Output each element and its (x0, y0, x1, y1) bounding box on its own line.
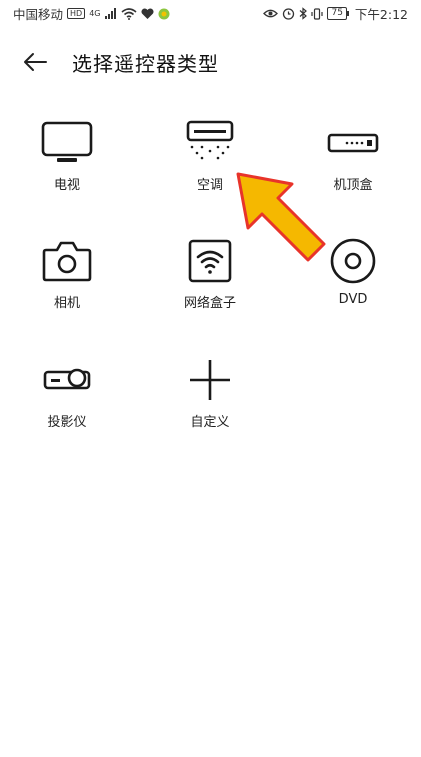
device-network-box[interactable]: 网络盒子 (150, 236, 270, 311)
status-bar: 中国移动 HD 4G 75 下午2:12 (0, 0, 421, 26)
network-box-icon (188, 239, 232, 283)
wifi-icon (120, 7, 137, 20)
device-set-top-box[interactable]: 机顶盒 (293, 118, 413, 193)
device-label: 空调 (196, 178, 223, 193)
device-label: 投影仪 (47, 415, 87, 430)
status-left: 中国移动 HD 4G (13, 4, 170, 23)
device-camera[interactable]: 相机 (7, 236, 127, 311)
battery-indicator: 75 (327, 7, 350, 20)
eye-icon (263, 8, 279, 19)
device-air-conditioner[interactable]: 空调 (150, 118, 270, 193)
carrier-label: 中国移动 (13, 7, 64, 22)
alarm-icon (282, 7, 295, 20)
back-button[interactable] (22, 50, 52, 74)
bluetooth-icon (299, 7, 308, 20)
clock: 下午2:12 (354, 7, 408, 22)
device-tv[interactable]: 电视 (7, 118, 127, 193)
hd-badge: HD (67, 8, 86, 19)
page-title: 选择遥控器类型 (72, 52, 219, 76)
device-dvd[interactable]: DVD (293, 236, 413, 307)
device-projector[interactable]: 投影仪 (7, 355, 127, 430)
network-type: 4G (89, 9, 101, 18)
device-label: 机顶盒 (333, 178, 373, 193)
app-notification-icon (158, 8, 170, 20)
air-conditioner-icon (186, 120, 234, 160)
projector-icon (43, 368, 91, 390)
dvd-icon (330, 238, 376, 284)
device-label: DVD (338, 292, 368, 307)
plus-icon (190, 360, 230, 400)
device-label: 自定义 (190, 415, 230, 430)
camera-icon (42, 241, 92, 282)
device-label: 相机 (53, 296, 80, 311)
device-label: 电视 (53, 178, 80, 193)
back-arrow-icon (24, 53, 47, 71)
header: 选择遥控器类型 (0, 40, 421, 84)
status-right: 75 下午2:12 (263, 4, 408, 23)
heart-icon (140, 7, 154, 20)
tv-icon (41, 121, 93, 162)
device-custom[interactable]: 自定义 (150, 355, 270, 430)
signal-icon (104, 8, 117, 19)
set-top-box-icon (327, 133, 379, 153)
device-label: 网络盒子 (183, 296, 236, 311)
vibrate-icon (311, 7, 324, 20)
